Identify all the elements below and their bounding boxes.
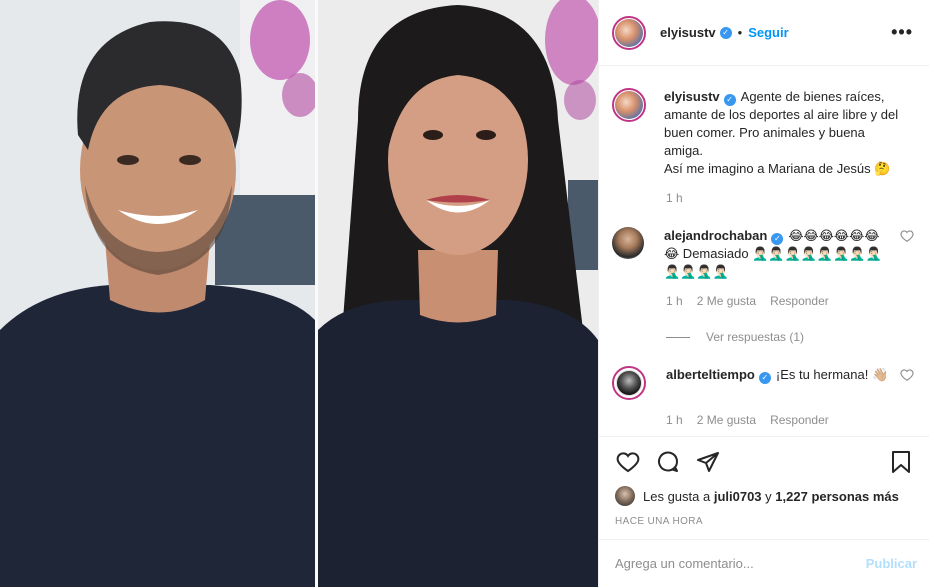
replies-line [666, 336, 690, 338]
photo-man-illustration [0, 0, 315, 587]
comment-meta: 1 h 2 Me gusta Responder [666, 294, 914, 308]
action-icons [615, 449, 914, 475]
follow-button[interactable]: Seguir [748, 25, 788, 40]
commenter-avatar[interactable] [612, 227, 644, 259]
like-comment-heart-icon[interactable] [900, 368, 914, 382]
photo-woman-illustration [318, 0, 598, 587]
caption-text-line2: Así me imagino a Mariana de Jesús 🤔 [664, 161, 891, 176]
post-actions: Les gusta a juli0703 y 1,227 personas má… [599, 436, 929, 527]
liker-username[interactable]: juli0703 [714, 489, 762, 504]
view-replies[interactable]: Ver respuestas (1) [666, 330, 914, 344]
publish-button[interactable]: Publicar [866, 556, 917, 571]
likes-prefix: Les gusta a [643, 488, 711, 504]
share-paper-plane-icon[interactable] [695, 449, 721, 475]
likes-middle: y [765, 488, 772, 504]
author-avatar[interactable] [612, 15, 646, 50]
view-replies-label[interactable]: Ver respuestas (1) [706, 330, 804, 344]
comment-username[interactable]: alberteltiempo [666, 367, 755, 382]
comment-item: alejandrochaban ✓ 😂😂😂😂😂😂😂 Demasiado 🤦🏻‍♂️🤦… [612, 227, 914, 281]
caption-time: 1 h [666, 191, 683, 205]
post-side-panel: elyisustv ✓ • Seguir ••• elyisustv ✓ Agent… [598, 0, 929, 587]
verified-badge-icon: ✓ [758, 372, 771, 384]
comment-time: 1 h [666, 294, 683, 308]
photo-woman [318, 0, 598, 587]
comment-likes[interactable]: 2 Me gusta [697, 294, 756, 308]
caption-username[interactable]: elyisustv [664, 89, 720, 104]
more-options-icon[interactable]: ••• [891, 22, 913, 43]
likes-count[interactable]: 1,227 personas más [775, 489, 899, 504]
reply-button[interactable]: Responder [770, 413, 829, 427]
comment-likes[interactable]: 2 Me gusta [697, 413, 756, 427]
post-header: elyisustv ✓ • Seguir ••• [599, 0, 929, 66]
verified-badge-icon: ✓ [771, 233, 784, 245]
like-heart-icon[interactable] [615, 449, 641, 475]
comment-item: alberteltiempo ✓ ¡Es tu hermana! 👋🏼 [612, 366, 914, 400]
verified-badge-icon: ✓ [719, 26, 732, 39]
comment-input[interactable] [615, 556, 866, 571]
post-image[interactable] [0, 0, 598, 587]
add-comment-bar: Publicar [599, 539, 929, 587]
comments-list[interactable]: elyisustv ✓ Agente de bienes raíces, amant… [599, 67, 929, 435]
reply-button[interactable]: Responder [770, 294, 829, 308]
like-comment-heart-icon[interactable] [900, 229, 914, 243]
comment-username[interactable]: alejandrochaban [664, 228, 767, 243]
comment-meta: 1 h 2 Me gusta Responder [666, 413, 914, 427]
liker-avatar[interactable] [615, 486, 635, 506]
photo-man [0, 0, 315, 587]
comment-time: 1 h [666, 413, 683, 427]
caption: elyisustv ✓ Agente de bienes raíces, amant… [612, 88, 914, 178]
caption-avatar[interactable] [612, 88, 646, 122]
comment-text: ¡Es tu hermana! 👋🏼 [775, 367, 889, 382]
save-bookmark-icon[interactable] [888, 449, 914, 475]
separator-dot: • [737, 25, 743, 40]
likes-summary[interactable]: Les gusta a juli0703 y 1,227 personas má… [615, 486, 914, 506]
commenter-avatar[interactable] [612, 366, 646, 400]
comment-bubble-icon[interactable] [655, 449, 681, 475]
author-username[interactable]: elyisustv [660, 25, 716, 40]
post-timestamp[interactable]: Hace una hora [615, 516, 914, 527]
caption-meta: 1 h [666, 191, 914, 205]
verified-badge-icon: ✓ [723, 94, 736, 106]
